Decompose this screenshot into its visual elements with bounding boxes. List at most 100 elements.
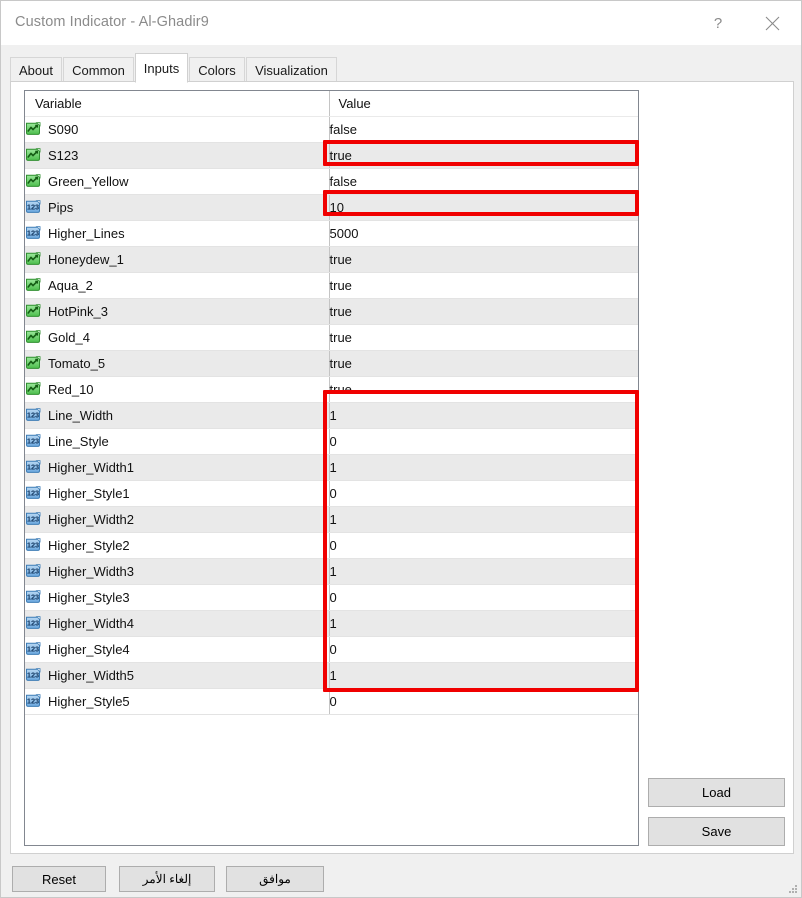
tab-common[interactable]: Common: [63, 57, 134, 82]
table-row[interactable]: 123Line_Width1: [25, 403, 638, 429]
variable-cell[interactable]: 123Higher_Style2: [25, 533, 329, 559]
table-row[interactable]: HotPink_3 true: [25, 299, 638, 325]
value-cell[interactable]: 1: [329, 403, 638, 429]
value-cell[interactable]: true: [329, 325, 638, 351]
value-cell[interactable]: true: [329, 299, 638, 325]
table-row[interactable]: 123Higher_Width11: [25, 455, 638, 481]
value-cell[interactable]: true: [329, 247, 638, 273]
variable-cell[interactable]: S090: [25, 117, 329, 143]
tab-visualization[interactable]: Visualization: [246, 57, 337, 82]
value-cell[interactable]: 0: [329, 481, 638, 507]
tab-colors[interactable]: Colors: [189, 57, 245, 82]
table-row[interactable]: 123Pips10: [25, 195, 638, 221]
variable-cell[interactable]: Aqua_2: [25, 273, 329, 299]
int-icon: 123: [25, 590, 41, 605]
table-row[interactable]: 123Higher_Lines5000: [25, 221, 638, 247]
value-cell[interactable]: false: [329, 117, 638, 143]
svg-text:123: 123: [27, 515, 39, 524]
tab-inputs[interactable]: Inputs: [135, 53, 188, 83]
variable-cell[interactable]: 123Higher_Lines: [25, 221, 329, 247]
value-cell[interactable]: 0: [329, 585, 638, 611]
variable-label: S090: [48, 122, 78, 137]
variable-wrapper: S123: [25, 148, 329, 163]
value-cell[interactable]: 0: [329, 689, 638, 715]
column-header-value[interactable]: Value: [329, 91, 638, 117]
variable-cell[interactable]: 123Higher_Width1: [25, 455, 329, 481]
table-row[interactable]: 123Higher_Width51: [25, 663, 638, 689]
variable-cell[interactable]: 123Higher_Width3: [25, 559, 329, 585]
variable-wrapper: Gold_4: [25, 330, 329, 345]
reset-button[interactable]: Reset: [12, 866, 106, 892]
variable-label: HotPink_3: [48, 304, 108, 319]
variable-cell[interactable]: 123Higher_Width5: [25, 663, 329, 689]
tab-about[interactable]: About: [10, 57, 62, 82]
variable-wrapper: 123Higher_Style5: [25, 694, 329, 709]
variable-cell[interactable]: 123Higher_Style1: [25, 481, 329, 507]
variable-cell[interactable]: Honeydew_1: [25, 247, 329, 273]
value-cell[interactable]: true: [329, 143, 638, 169]
variable-cell[interactable]: 123Higher_Style5: [25, 689, 329, 715]
value-cell[interactable]: 0: [329, 533, 638, 559]
variable-cell[interactable]: 123Line_Width: [25, 403, 329, 429]
tab-label: Inputs: [144, 61, 179, 76]
table-row[interactable]: 123Higher_Style10: [25, 481, 638, 507]
variable-cell[interactable]: HotPink_3: [25, 299, 329, 325]
value-cell[interactable]: 1: [329, 611, 638, 637]
tab-strip: AboutCommon Inputs ColorsVisualization: [1, 45, 801, 82]
value-cell[interactable]: 1: [329, 507, 638, 533]
variable-cell[interactable]: 123Pips: [25, 195, 329, 221]
variable-cell[interactable]: 123Higher_Width4: [25, 611, 329, 637]
value-cell[interactable]: 10: [329, 195, 638, 221]
value-cell[interactable]: false: [329, 169, 638, 195]
value-text: true: [330, 356, 352, 371]
table-row[interactable]: Red_10true: [25, 377, 638, 403]
value-cell[interactable]: 5000: [329, 221, 638, 247]
table-row[interactable]: Tomato_5true: [25, 351, 638, 377]
value-cell[interactable]: 1: [329, 559, 638, 585]
table-row[interactable]: 123Higher_Width21: [25, 507, 638, 533]
table-row[interactable]: 123Higher_Width31: [25, 559, 638, 585]
variable-cell[interactable]: 123Higher_Style4: [25, 637, 329, 663]
table-row[interactable]: 123Higher_Style30: [25, 585, 638, 611]
table-row[interactable]: Honeydew_1true: [25, 247, 638, 273]
value-cell[interactable]: true: [329, 377, 638, 403]
ok-button[interactable]: موافق: [226, 866, 324, 892]
variable-cell[interactable]: 123Line_Style: [25, 429, 329, 455]
resize-grip[interactable]: [788, 884, 798, 894]
table-row[interactable]: Aqua_2true: [25, 273, 638, 299]
value-cell[interactable]: 0: [329, 637, 638, 663]
column-header-variable[interactable]: Variable: [25, 91, 329, 117]
inputs-table-frame[interactable]: Variable Value S090falseS123trueGreen_Ye…: [24, 90, 639, 846]
table-row[interactable]: 123Higher_Style20: [25, 533, 638, 559]
table-row[interactable]: 123Higher_Width41: [25, 611, 638, 637]
variable-cell[interactable]: 123Higher_Width2: [25, 507, 329, 533]
value-cell[interactable]: 1: [329, 663, 638, 689]
variable-cell[interactable]: S123: [25, 143, 329, 169]
variable-cell[interactable]: 123Higher_Style3: [25, 585, 329, 611]
table-row[interactable]: Green_Yellowfalse: [25, 169, 638, 195]
int-icon: 123: [25, 668, 41, 683]
table-row[interactable]: 123Higher_Style40: [25, 637, 638, 663]
value-cell[interactable]: true: [329, 273, 638, 299]
value-cell[interactable]: true: [329, 351, 638, 377]
value-cell[interactable]: 1: [329, 455, 638, 481]
table-row[interactable]: Gold_4 true: [25, 325, 638, 351]
table-row[interactable]: S123true: [25, 143, 638, 169]
variable-cell[interactable]: Green_Yellow: [25, 169, 329, 195]
variable-cell[interactable]: Tomato_5: [25, 351, 329, 377]
variable-wrapper: 123Higher_Style3: [25, 590, 329, 605]
table-row[interactable]: S090 false: [25, 117, 638, 143]
variable-wrapper: 123Higher_Lines: [25, 226, 329, 241]
value-cell[interactable]: 0: [329, 429, 638, 455]
table-row[interactable]: 123Line_Style0: [25, 429, 638, 455]
variable-cell[interactable]: Gold_4: [25, 325, 329, 351]
save-button[interactable]: Save: [648, 817, 785, 846]
help-button[interactable]: ?: [695, 1, 741, 45]
close-button[interactable]: [749, 1, 795, 45]
cancel-button[interactable]: إلغاء الأمر: [119, 866, 215, 892]
variable-label: Gold_4: [48, 330, 90, 345]
load-button[interactable]: Load: [648, 778, 785, 807]
variable-cell[interactable]: Red_10: [25, 377, 329, 403]
variable-wrapper: 123Higher_Width5: [25, 668, 329, 683]
table-row[interactable]: 123Higher_Style50: [25, 689, 638, 715]
